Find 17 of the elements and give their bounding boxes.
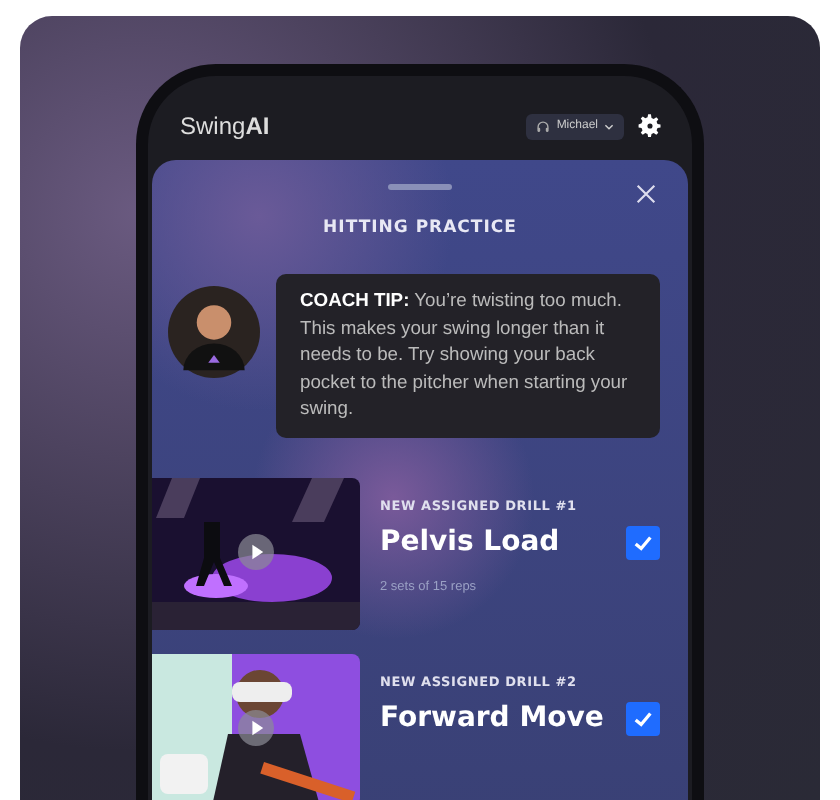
drag-handle[interactable] [388,184,452,190]
caret-icon [604,123,614,129]
settings-icon[interactable] [636,112,664,140]
headset-icon [536,119,551,133]
coach-avatar [168,286,260,378]
checkbox[interactable] [626,701,660,735]
app-logo: SwingAI [180,112,270,140]
checkbox[interactable] [626,525,660,559]
drill-title: Pelvis Load [380,526,560,558]
drill-title: Forward Move [380,702,604,734]
play-icon[interactable] [238,533,274,569]
panel-title: HITTING PRACTICE [321,218,519,238]
play-icon[interactable] [238,709,274,745]
close-icon[interactable] [636,184,656,204]
check-icon [632,531,654,553]
coach-tip: COACH TIP: You’re twisting too much. This makes your swing longer than it needs to be. Try showing your back pocket to the pitcher when starting your swing. [276,274,660,437]
check-icon [632,707,654,729]
